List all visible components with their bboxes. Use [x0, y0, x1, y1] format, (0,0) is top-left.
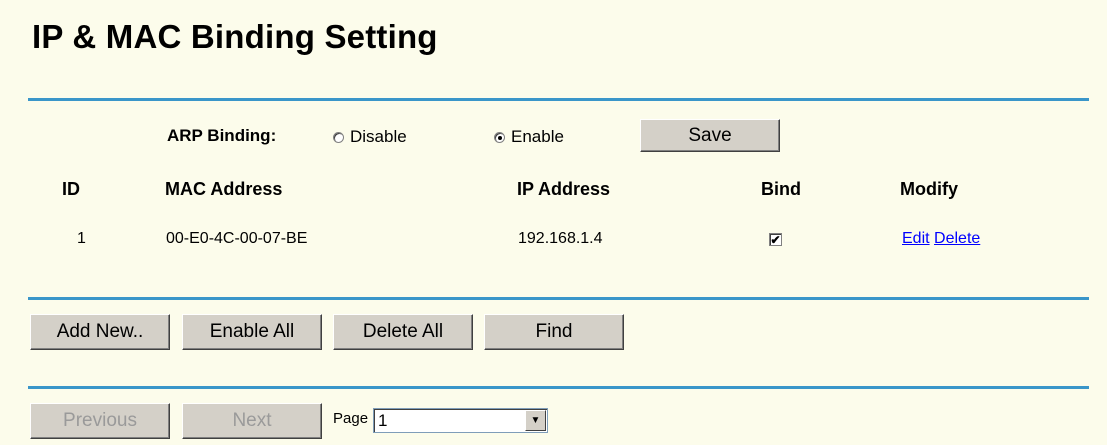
page-select[interactable]: 1 ▼	[373, 408, 548, 433]
row-bind-checkbox[interactable]: ✔	[769, 233, 782, 246]
divider-middle	[28, 297, 1089, 300]
page-label: Page	[333, 410, 369, 427]
edit-link[interactable]: Edit	[902, 230, 930, 247]
page-select-value: 1	[378, 410, 388, 430]
checkmark-icon: ✔	[770, 232, 781, 247]
delete-link[interactable]: Delete	[934, 230, 980, 247]
previous-button[interactable]: Previous	[30, 403, 170, 439]
dropdown-arrow-icon[interactable]: ▼	[525, 410, 546, 431]
find-button[interactable]: Find	[484, 314, 624, 350]
save-button[interactable]: Save	[640, 119, 780, 152]
header-mac-address: MAC Address	[165, 179, 283, 199]
header-modify: Modify	[900, 179, 958, 199]
divider-bottom	[28, 386, 1089, 389]
row-mac-address: 00-E0-4C-00-07-BE	[166, 230, 308, 247]
divider-top	[28, 98, 1089, 101]
header-ip-address: IP Address	[517, 179, 611, 199]
arp-disable-label: Disable	[350, 127, 407, 146]
add-new-button[interactable]: Add New..	[30, 314, 170, 350]
arp-binding-label: ARP Binding:	[167, 126, 277, 145]
row-ip-address: 192.168.1.4	[518, 230, 603, 247]
arp-enable-option[interactable]: Enable	[494, 127, 564, 147]
header-bind: Bind	[761, 179, 801, 199]
arp-disable-radio[interactable]	[333, 131, 344, 143]
arp-enable-label: Enable	[511, 127, 564, 146]
page-title: IP & MAC Binding Setting	[32, 18, 438, 55]
arp-disable-option[interactable]: Disable	[333, 127, 407, 147]
header-id: ID	[62, 179, 80, 199]
arp-enable-radio[interactable]	[494, 131, 505, 143]
next-button[interactable]: Next	[182, 403, 322, 439]
enable-all-button[interactable]: Enable All	[182, 314, 322, 350]
row-modify-links: Edit Delete	[902, 230, 980, 248]
row-id: 1	[77, 230, 86, 247]
delete-all-button[interactable]: Delete All	[333, 314, 473, 350]
